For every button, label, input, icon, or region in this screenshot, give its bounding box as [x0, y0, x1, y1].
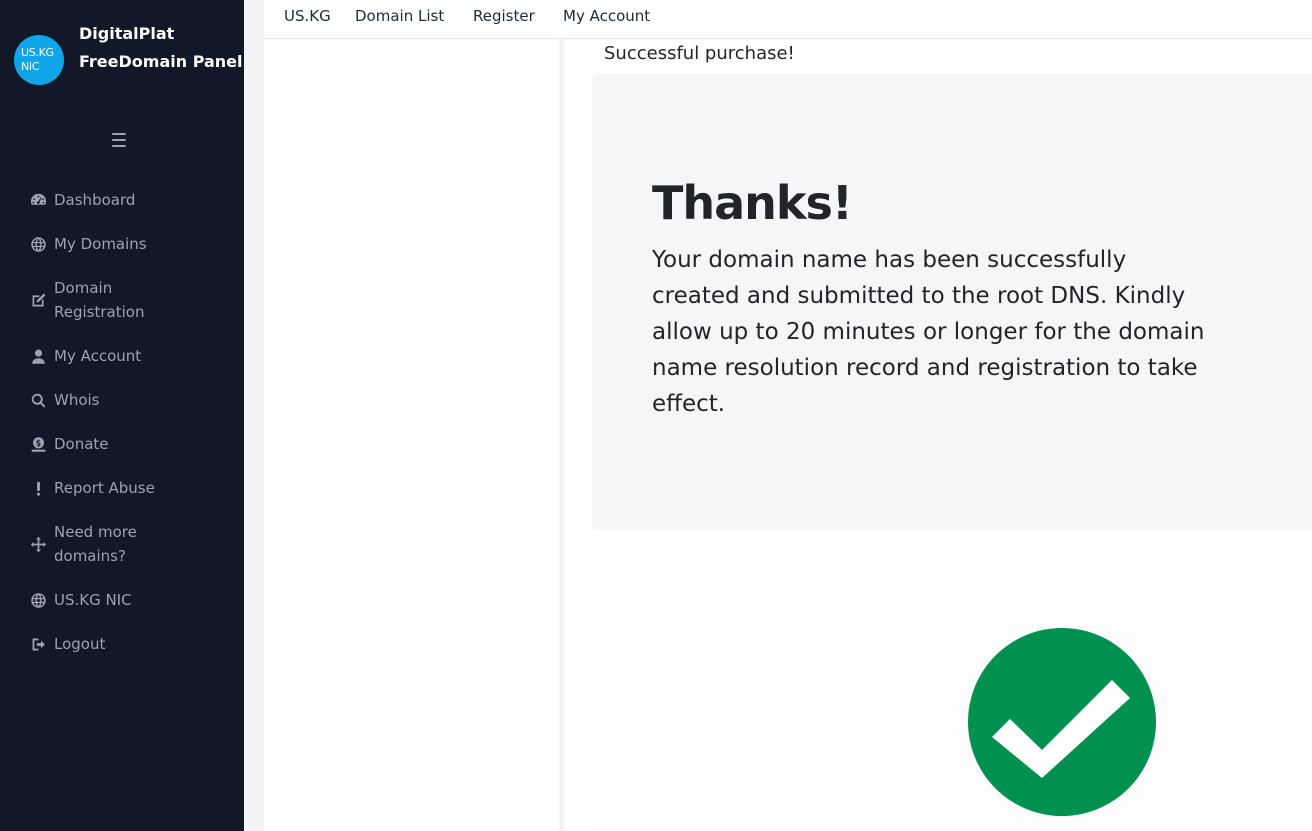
sidebar-item-uskg-nic[interactable]: US.KG NIC	[28, 588, 204, 612]
sidebar-item-label: Need more domains?	[54, 523, 137, 565]
donate-icon	[28, 434, 48, 454]
exclamation-icon	[28, 478, 48, 498]
top-nav: US.KG Domain List Register My Account	[264, 0, 1312, 39]
sidebar-item-label: Domain Registration	[54, 279, 145, 321]
search-icon	[28, 390, 48, 410]
arrows-icon	[28, 534, 48, 554]
topnav-link-uskg[interactable]: US.KG	[284, 6, 331, 26]
sidebar-item-label: US.KG NIC	[54, 591, 132, 609]
sidebar-item-dashboard[interactable]: Dashboard	[28, 188, 204, 212]
sidebar: US.KG NIC DigitalPlat FreeDomain Panel D…	[0, 0, 244, 831]
topnav-link-domain-list[interactable]: Domain List	[355, 6, 444, 26]
brand-title: DigitalPlat FreeDomain Panel	[79, 24, 243, 71]
sidebar-item-label: Logout	[54, 635, 106, 653]
content-gutter	[244, 0, 264, 831]
thanks-heading: Thanks!	[652, 176, 853, 230]
sidebar-item-my-account[interactable]: My Account	[28, 344, 204, 368]
logout-icon	[28, 634, 48, 654]
logo-line-2: NIC	[21, 60, 40, 73]
success-message: Successful purchase!	[604, 43, 795, 64]
thanks-body: Your domain name has been successfully c…	[652, 247, 1205, 417]
sidebar-item-whois[interactable]: Whois	[28, 388, 204, 412]
checkmark-icon	[968, 628, 1156, 816]
sidebar-item-my-domains[interactable]: My Domains	[28, 232, 204, 256]
thanks-panel: Thanks! Your domain name has been succes…	[592, 74, 1312, 530]
dashboard-icon	[28, 190, 48, 210]
topnav-link-register[interactable]: Register	[473, 6, 535, 26]
sidebar-item-logout[interactable]: Logout	[28, 632, 204, 656]
sidebar-item-need-more-domains[interactable]: Need more domains?	[28, 520, 204, 568]
sidebar-item-domain-registration[interactable]: Domain Registration	[28, 276, 204, 324]
globe-icon	[28, 590, 48, 610]
sidebar-item-label: Donate	[54, 435, 109, 453]
brand[interactable]: US.KG NIC DigitalPlat FreeDomain Panel	[14, 18, 244, 108]
sidebar-item-label: Whois	[54, 391, 100, 409]
sidebar-item-label: Report Abuse	[54, 479, 155, 497]
sidebar-item-label: My Domains	[54, 235, 147, 253]
sidebar-item-label: My Account	[54, 347, 142, 365]
user-icon	[28, 346, 48, 366]
sidebar-item-label: Dashboard	[54, 191, 136, 209]
sidebar-item-report-abuse[interactable]: Report Abuse	[28, 476, 204, 500]
hamburger-icon[interactable]	[110, 131, 128, 149]
logo-line-1: US.KG	[21, 46, 54, 59]
globe-icon	[28, 234, 48, 254]
confirmation-card	[592, 556, 1312, 831]
column-divider	[556, 39, 566, 831]
sidebar-item-donate[interactable]: Donate	[28, 432, 204, 456]
topnav-link-my-account[interactable]: My Account	[563, 6, 650, 26]
logo: US.KG NIC	[14, 35, 64, 85]
edit-icon	[28, 290, 48, 310]
